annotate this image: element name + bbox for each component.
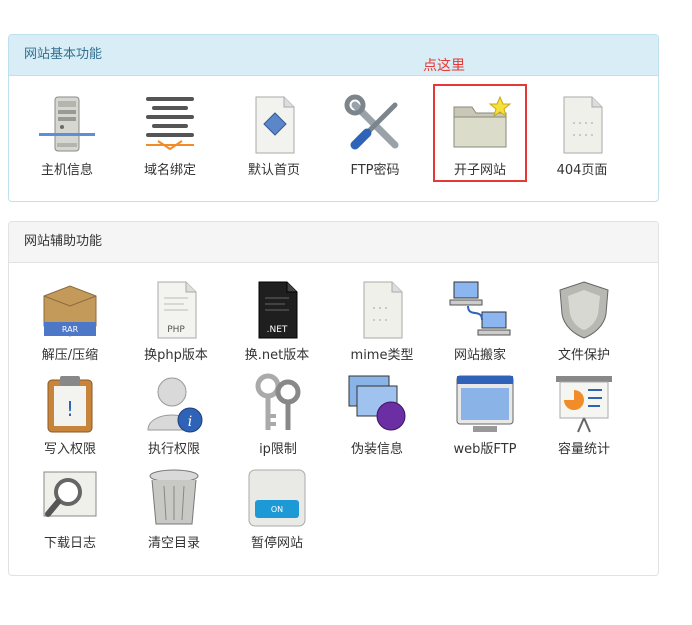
tool-default-page[interactable]: 默认首页 xyxy=(234,93,314,178)
switch-text: ON xyxy=(271,505,283,514)
clipboard-warning-icon: ! xyxy=(47,376,93,433)
tool-exec-permission[interactable]: i 执行权限 xyxy=(134,372,214,457)
tool-host-info[interactable]: 主机信息 xyxy=(27,93,107,178)
tool-download-log[interactable]: 下载日志 xyxy=(30,466,110,551)
shield-icon xyxy=(559,281,609,339)
php-file-icon: PHP xyxy=(157,281,197,339)
tool-label: 文件保护 xyxy=(557,348,610,363)
presentation-chart-icon xyxy=(556,376,612,433)
tool-php-version[interactable]: PHP 换php版本 xyxy=(136,278,216,363)
tool-clear-directory[interactable]: 清空目录 xyxy=(134,466,214,551)
trash-can-icon xyxy=(149,469,199,525)
tool-label: 换.net版本 xyxy=(244,348,310,363)
switch-on-icon: ON xyxy=(248,469,306,527)
php-text: PHP xyxy=(167,325,185,335)
tool-label: 404页面 xyxy=(556,163,608,178)
browser-window-icon xyxy=(456,375,514,432)
blank-page-icon xyxy=(563,96,603,154)
domain-binding-icon xyxy=(146,97,194,151)
network-computers-icon xyxy=(449,281,511,336)
tool-label: FTP密码 xyxy=(350,163,400,178)
tool-web-ftp[interactable]: web版FTP xyxy=(445,372,525,457)
tool-label: 容量统计 xyxy=(557,442,610,457)
tool-disguise-info[interactable]: 伪装信息 xyxy=(337,372,417,457)
user-info-icon: i xyxy=(147,377,203,433)
magnifier-log-icon xyxy=(43,471,97,517)
tool-label: 执行权限 xyxy=(147,442,200,457)
tool-label: 网站搬家 xyxy=(453,348,506,363)
tool-site-migration[interactable]: 网站搬家 xyxy=(440,278,520,363)
tool-open-subsite[interactable]: 开子网站 xyxy=(440,93,520,178)
tool-label: ip限制 xyxy=(259,442,297,457)
tool-usage-stats[interactable]: 容量统计 xyxy=(544,372,624,457)
tool-net-version[interactable]: .NET 换.net版本 xyxy=(237,278,317,363)
tool-pause-site[interactable]: ON 暂停网站 xyxy=(237,466,317,551)
tool-label: 暂停网站 xyxy=(250,536,303,551)
server-icon xyxy=(39,96,95,152)
tool-label: 清空目录 xyxy=(147,536,200,551)
tool-label: 开子网站 xyxy=(453,163,506,178)
tool-label: 下载日志 xyxy=(43,536,96,551)
tool-label: 换php版本 xyxy=(144,348,208,363)
tool-label: 写入权限 xyxy=(43,442,96,457)
monitors-icon xyxy=(348,375,406,431)
tool-mime-type[interactable]: mime类型 xyxy=(342,278,422,363)
tool-label: web版FTP xyxy=(453,442,517,457)
basic-panel-title: 网站基本功能 xyxy=(9,35,658,76)
tool-write-permission[interactable]: ! 写入权限 xyxy=(30,372,110,457)
rar-text: RAR xyxy=(62,325,79,334)
mime-page-icon xyxy=(363,281,403,339)
tool-ip-restriction[interactable]: ip限制 xyxy=(238,372,318,457)
tool-404-page[interactable]: 404页面 xyxy=(542,93,622,178)
tool-label: mime类型 xyxy=(350,348,414,363)
net-text: .NET xyxy=(267,325,288,335)
aux-panel-title: 网站辅助功能 xyxy=(9,222,658,263)
tool-label: 伪装信息 xyxy=(350,442,403,457)
tool-label: 默认首页 xyxy=(247,163,300,178)
net-file-icon: .NET xyxy=(258,281,298,339)
tool-file-protection[interactable]: 文件保护 xyxy=(544,278,624,363)
hint-text: 点这里 xyxy=(423,58,465,74)
svg-text:i: i xyxy=(188,414,192,430)
tool-domain-binding[interactable]: 域名绑定 xyxy=(130,93,210,178)
tool-unzip[interactable]: RAR 解压/压缩 xyxy=(30,278,110,363)
keys-icon xyxy=(255,373,301,430)
tool-ftp-password[interactable]: FTP密码 xyxy=(335,93,415,178)
tools-wrench-icon xyxy=(344,94,399,150)
default-page-icon xyxy=(255,96,295,154)
folder-star-icon xyxy=(453,95,512,148)
tool-label: 解压/压缩 xyxy=(41,348,99,363)
svg-text:!: ! xyxy=(66,397,74,421)
tool-label: 主机信息 xyxy=(40,163,93,178)
rar-box-icon: RAR xyxy=(43,285,97,337)
tool-label: 域名绑定 xyxy=(143,163,196,178)
